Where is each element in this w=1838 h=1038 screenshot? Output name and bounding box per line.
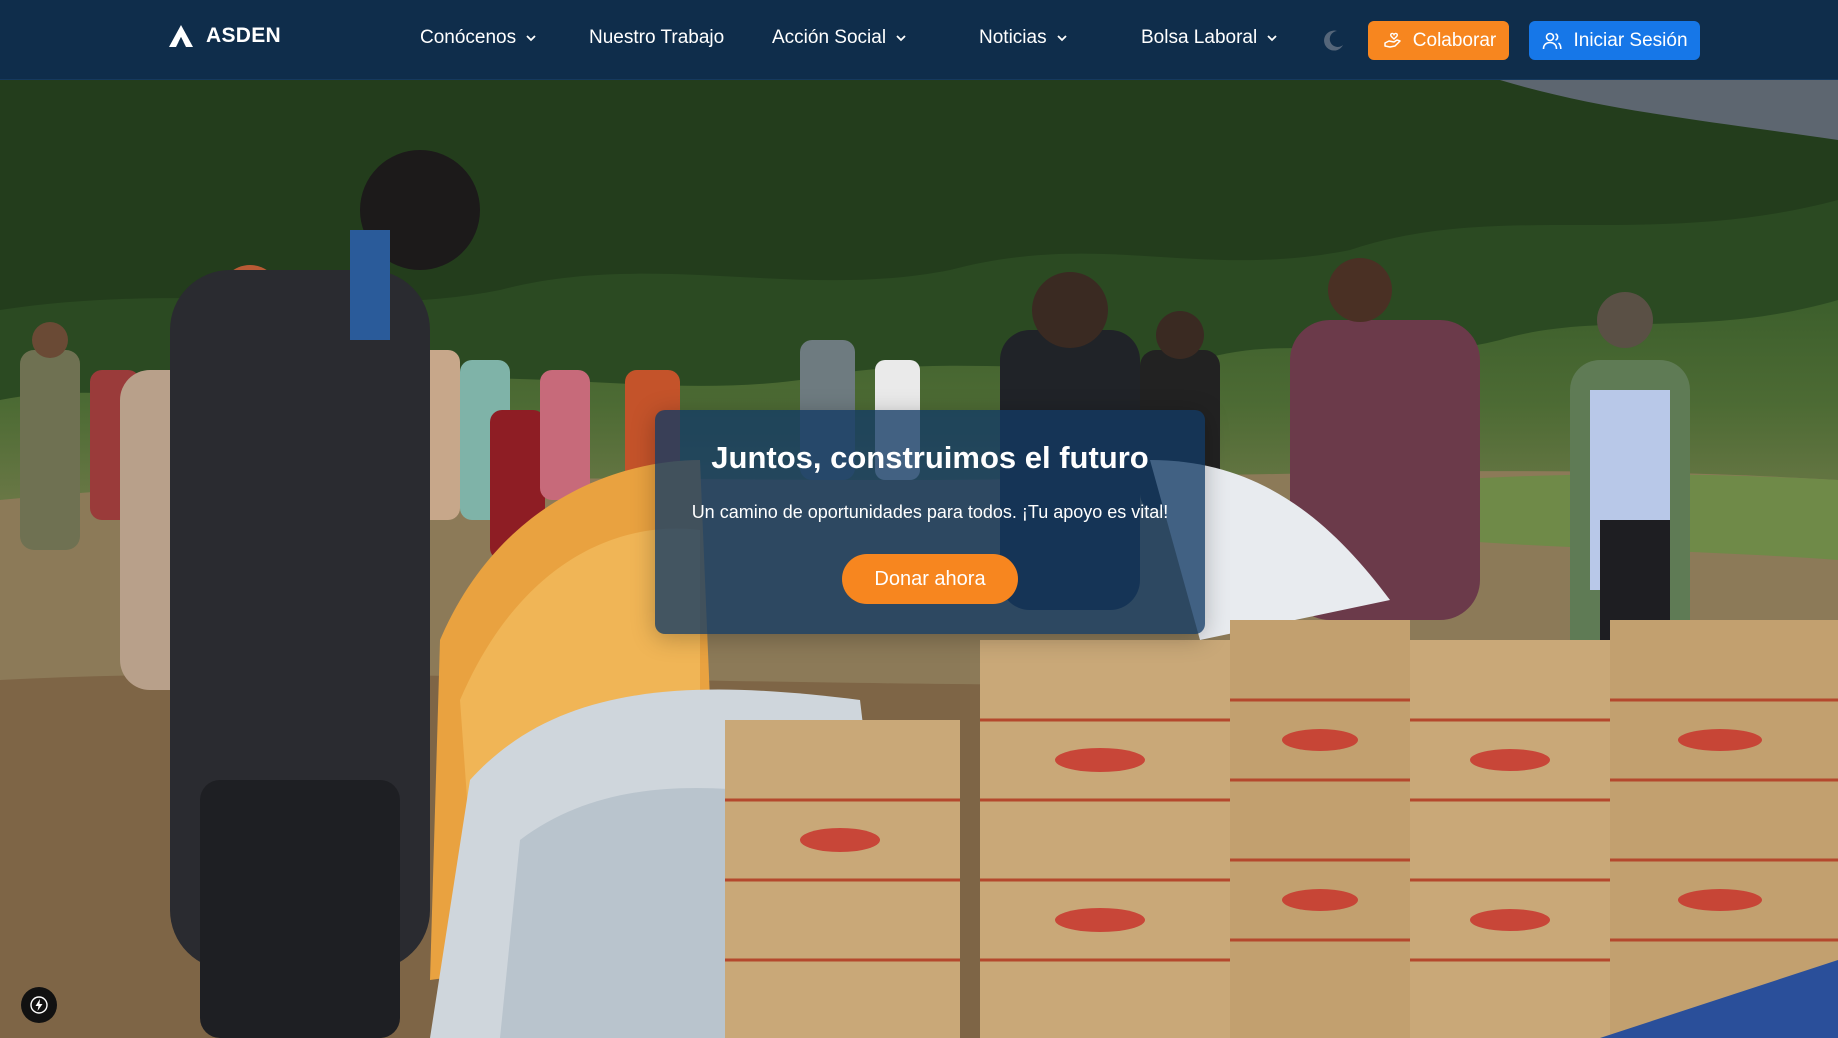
chevron-down-icon <box>1267 35 1277 42</box>
login-label: Iniciar Sesión <box>1573 29 1688 51</box>
colaborar-label: Colaborar <box>1412 29 1497 51</box>
hand-heart-icon <box>1384 32 1401 48</box>
floating-action-button[interactable] <box>21 987 57 1023</box>
nav-item-accion-social[interactable]: Acción Social <box>772 27 908 49</box>
nav-item-label: Bolsa Laboral <box>1141 27 1258 48</box>
navbar: ASDEN Conócenos Nuestro Trabajo Acción S… <box>0 0 1838 80</box>
chevron-down-icon <box>896 35 906 42</box>
chevron-down-icon <box>526 35 536 42</box>
nav-item-nuestro-trabajo[interactable]: Nuestro Trabajo <box>589 27 724 49</box>
hero-card: Juntos, construimos el futuro Un camino … <box>655 410 1205 634</box>
moon-icon[interactable] <box>1320 28 1346 54</box>
hero-section: Juntos, construimos el futuro Un camino … <box>0 80 1838 1038</box>
brand-name: ASDEN <box>206 24 282 47</box>
nav-item-label: Acción Social <box>772 27 887 48</box>
hero-subtitle: Un camino de oportunidades para todos. ¡… <box>691 502 1169 522</box>
colaborar-button[interactable]: Colaborar <box>1368 21 1509 60</box>
chevron-down-icon <box>1056 35 1067 42</box>
lightning-icon <box>30 996 48 1014</box>
nav-item-bolsa-laboral[interactable]: Bolsa Laboral <box>1141 27 1279 49</box>
nav-item-conocenos[interactable]: Conócenos <box>420 27 538 49</box>
nav-item-label: Noticias <box>979 27 1047 48</box>
login-button[interactable]: Iniciar Sesión <box>1529 21 1700 60</box>
logo-icon <box>169 25 193 47</box>
nav-item-noticias[interactable]: Noticias <box>979 27 1069 49</box>
brand-logo[interactable]: ASDEN <box>168 24 281 48</box>
users-icon <box>1543 32 1563 49</box>
hero-title: Juntos, construimos el futuro <box>711 440 1149 475</box>
nav-item-label: Conócenos <box>420 27 517 48</box>
donate-button[interactable]: Donar ahora <box>842 554 1018 604</box>
nav-item-label: Nuestro Trabajo <box>589 27 725 48</box>
